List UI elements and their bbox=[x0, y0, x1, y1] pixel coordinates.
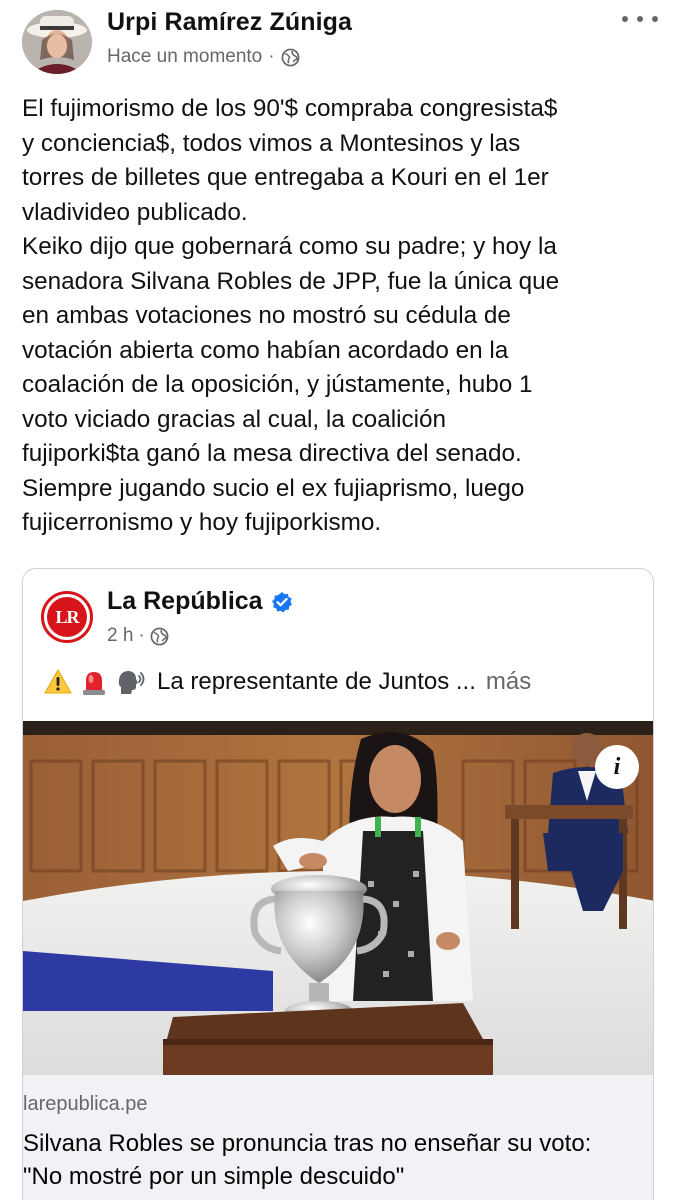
page-avatar[interactable]: LR bbox=[41, 591, 93, 643]
verified-badge-icon bbox=[271, 591, 292, 612]
post-time[interactable]: Hace un momento bbox=[107, 46, 262, 68]
more-dot bbox=[622, 16, 628, 22]
article-photo[interactable]: i bbox=[23, 721, 653, 1075]
link-preview[interactable]: larepublica.pe Silvana Robles se pronunc… bbox=[23, 1075, 653, 1200]
post-text-line: El fujimorismo de los 90'$ compraba cong… bbox=[22, 95, 558, 122]
siren-icon bbox=[83, 672, 105, 695]
shared-post-time[interactable]: 2 h bbox=[107, 625, 133, 647]
shared-caption: La representante de Juntos ... más bbox=[43, 667, 531, 697]
post-text-line: Siempre jugando sucio el ex fujiaprismo,… bbox=[22, 474, 525, 502]
post-text: El fujimorismo de los 90'$ compraba cong… bbox=[22, 92, 662, 541]
globe-icon bbox=[150, 627, 169, 645]
author-avatar[interactable] bbox=[22, 10, 92, 74]
see-more-link[interactable]: más bbox=[486, 668, 531, 696]
post-text-line: y conciencia$, todos vimos a Montesinos … bbox=[22, 129, 521, 157]
post-text-line: votación abierta como habían acordado en… bbox=[22, 336, 509, 364]
more-dot bbox=[637, 16, 643, 22]
link-title-line: "No mostré por un simple descuido" bbox=[23, 1163, 405, 1190]
shared-post-card[interactable]: LR La República 2 h · La representante d… bbox=[22, 568, 654, 1200]
lr-logo-text: LR bbox=[47, 597, 87, 637]
speaking-head-icon bbox=[118, 671, 145, 694]
more-horizontal-icon[interactable] bbox=[622, 10, 658, 28]
meta-separator: · bbox=[268, 46, 275, 67]
post-text-line: torres de billetes que entregaba a Kouri… bbox=[22, 164, 549, 191]
globe-icon bbox=[281, 48, 300, 66]
link-title-line: Silvana Robles se pronuncia tras no ense… bbox=[23, 1130, 592, 1157]
post-header: Urpi Ramírez Zúniga Hace un momento · bbox=[0, 0, 676, 80]
caption-text: La representante de Juntos ... bbox=[157, 668, 476, 695]
post-text-line: fujiporki$ta ganó la mesa directiva del … bbox=[22, 440, 522, 467]
more-dot bbox=[652, 16, 658, 22]
post-text-line: fujicerronismo y hoy fujiporkismo. bbox=[22, 509, 382, 536]
meta-separator: · bbox=[138, 625, 145, 646]
author-name[interactable]: Urpi Ramírez Zúniga bbox=[107, 8, 352, 37]
link-domain: larepublica.pe bbox=[23, 1093, 148, 1115]
shared-post-meta: 2 h · bbox=[107, 625, 169, 647]
warning-icon bbox=[44, 669, 72, 694]
post-text-line: Keiko dijo que gobernará como su padre; … bbox=[22, 233, 557, 260]
article-photo-image bbox=[23, 721, 653, 1075]
post-text-line: senadora Silvana Robles de JPP, fue la ú… bbox=[22, 267, 560, 295]
post-text-line: voto viciado gracias al cual, la coalici… bbox=[22, 405, 447, 433]
page-name-label[interactable]: La República bbox=[107, 587, 263, 616]
post-meta: Hace un momento · bbox=[107, 46, 300, 68]
link-title[interactable]: Silvana Robles se pronuncia tras no ense… bbox=[23, 1127, 653, 1193]
page-name: La República bbox=[107, 587, 293, 616]
post-text-line: vladivideo publicado. bbox=[22, 198, 248, 226]
post-text-line: coalación de la oposición, y jústamente,… bbox=[22, 371, 533, 398]
info-icon[interactable]: i bbox=[595, 745, 639, 789]
avatar-image bbox=[22, 10, 92, 74]
post-text-line: en ambas votaciones no mostró su cédula … bbox=[22, 302, 511, 329]
